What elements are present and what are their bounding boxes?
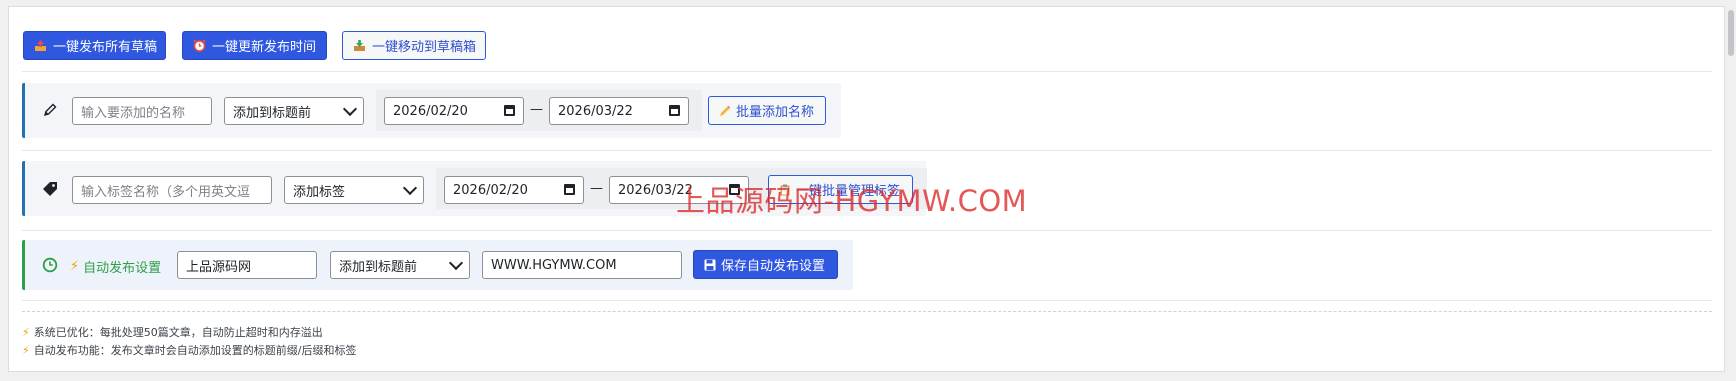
tag-icon (41, 180, 59, 198)
name-input[interactable]: 输入要添加的名称 (72, 97, 212, 125)
dashed-divider (22, 311, 1712, 312)
download-tray-icon (353, 39, 366, 53)
name-position-value: 添加到标题前 (233, 105, 312, 121)
name-date-start[interactable]: 2026/02/20 (384, 97, 524, 125)
batch-manage-tags-button[interactable]: 一键批量管理标签 (768, 175, 913, 204)
calendar-icon[interactable] (564, 184, 575, 195)
tag-date-start-value: 2026/02/20 (453, 182, 528, 198)
tag-date-end[interactable]: 2026/03/22 (609, 176, 749, 204)
name-position-select[interactable]: 添加到标题前 (224, 97, 364, 125)
auto-position-value: 添加到标题前 (339, 259, 418, 275)
publish-all-drafts-label: 一键发布所有草稿 (53, 40, 158, 55)
update-publish-time-label: 一键更新发布时间 (212, 40, 317, 55)
clock-icon (41, 256, 59, 274)
auto-name-input[interactable]: 上品源码网 (177, 251, 317, 279)
auto-suffix-value: WWW.HGYMW.COM (491, 257, 617, 273)
alarm-clock-icon (193, 39, 206, 53)
note-optimization-text: 系统已优化：每批处理50篇文章，自动防止超时和内存溢出 (33, 326, 323, 339)
auto-name-value: 上品源码网 (186, 259, 252, 275)
tag-action-select[interactable]: 添加标签 (284, 176, 424, 204)
name-date-end-value: 2026/03/22 (558, 103, 633, 119)
chevron-down-icon (342, 101, 358, 117)
chevron-down-icon (402, 180, 418, 196)
tag-input-placeholder: 输入标签名称（多个用英文逗 (81, 184, 251, 200)
divider (22, 71, 1712, 72)
date-separator: — (590, 181, 603, 196)
bolt-icon: ⚡ (22, 344, 30, 357)
note-optimization: ⚡ 系统已优化：每批处理50篇文章，自动防止超时和内存溢出 (22, 324, 323, 340)
auto-publish-label: ⚡ 自动发布设置 (70, 257, 161, 276)
note-auto-publish-text: 自动发布功能：发布文章时会自动添加设置的标题前缀/后缀和标签 (33, 344, 357, 357)
move-to-drafts-label: 一键移动到草稿箱 (372, 40, 477, 55)
divider (22, 230, 1712, 231)
calendar-icon[interactable] (669, 105, 680, 116)
auto-suffix-input[interactable]: WWW.HGYMW.COM (482, 251, 682, 279)
divider (22, 150, 1712, 151)
batch-add-name-button[interactable]: 批量添加名称 (708, 96, 826, 125)
auto-publish-label-text: 自动发布设置 (83, 261, 162, 276)
date-separator: — (530, 102, 543, 117)
scrollbar[interactable] (1726, 0, 1736, 381)
save-auto-publish-label: 保存自动发布设置 (721, 259, 826, 274)
name-date-end[interactable]: 2026/03/22 (549, 97, 689, 125)
chevron-down-icon (448, 255, 464, 271)
pencil-icon (718, 104, 732, 118)
tag-date-start[interactable]: 2026/02/20 (444, 176, 584, 204)
tag-date-end-value: 2026/03/22 (618, 182, 693, 198)
floppy-disk-icon (703, 258, 717, 272)
calendar-icon[interactable] (504, 105, 515, 116)
bolt-icon: ⚡ (22, 326, 30, 339)
batch-add-name-label: 批量添加名称 (736, 105, 815, 120)
scrollbar-thumb[interactable] (1728, 10, 1734, 56)
pencil-icon (41, 101, 59, 119)
save-auto-publish-button[interactable]: 保存自动发布设置 (693, 250, 838, 279)
name-date-start-value: 2026/02/20 (393, 103, 468, 119)
auto-position-select[interactable]: 添加到标题前 (330, 251, 470, 279)
divider (22, 300, 1712, 301)
clipboard-icon (778, 183, 792, 197)
batch-manage-tags-label: 一键批量管理标签 (796, 184, 901, 199)
bolt-icon: ⚡ (70, 259, 80, 274)
name-input-placeholder: 输入要添加的名称 (81, 105, 186, 121)
update-publish-time-button[interactable]: 一键更新发布时间 (182, 31, 327, 60)
publish-all-drafts-button[interactable]: 一键发布所有草稿 (23, 31, 166, 60)
calendar-icon[interactable] (729, 184, 740, 195)
upload-tray-icon (34, 39, 47, 53)
move-to-drafts-button[interactable]: 一键移动到草稿箱 (342, 31, 486, 60)
tag-input[interactable]: 输入标签名称（多个用英文逗 (72, 176, 272, 204)
tag-action-value: 添加标签 (293, 184, 346, 200)
note-auto-publish: ⚡ 自动发布功能：发布文章时会自动添加设置的标题前缀/后缀和标签 (22, 342, 356, 358)
